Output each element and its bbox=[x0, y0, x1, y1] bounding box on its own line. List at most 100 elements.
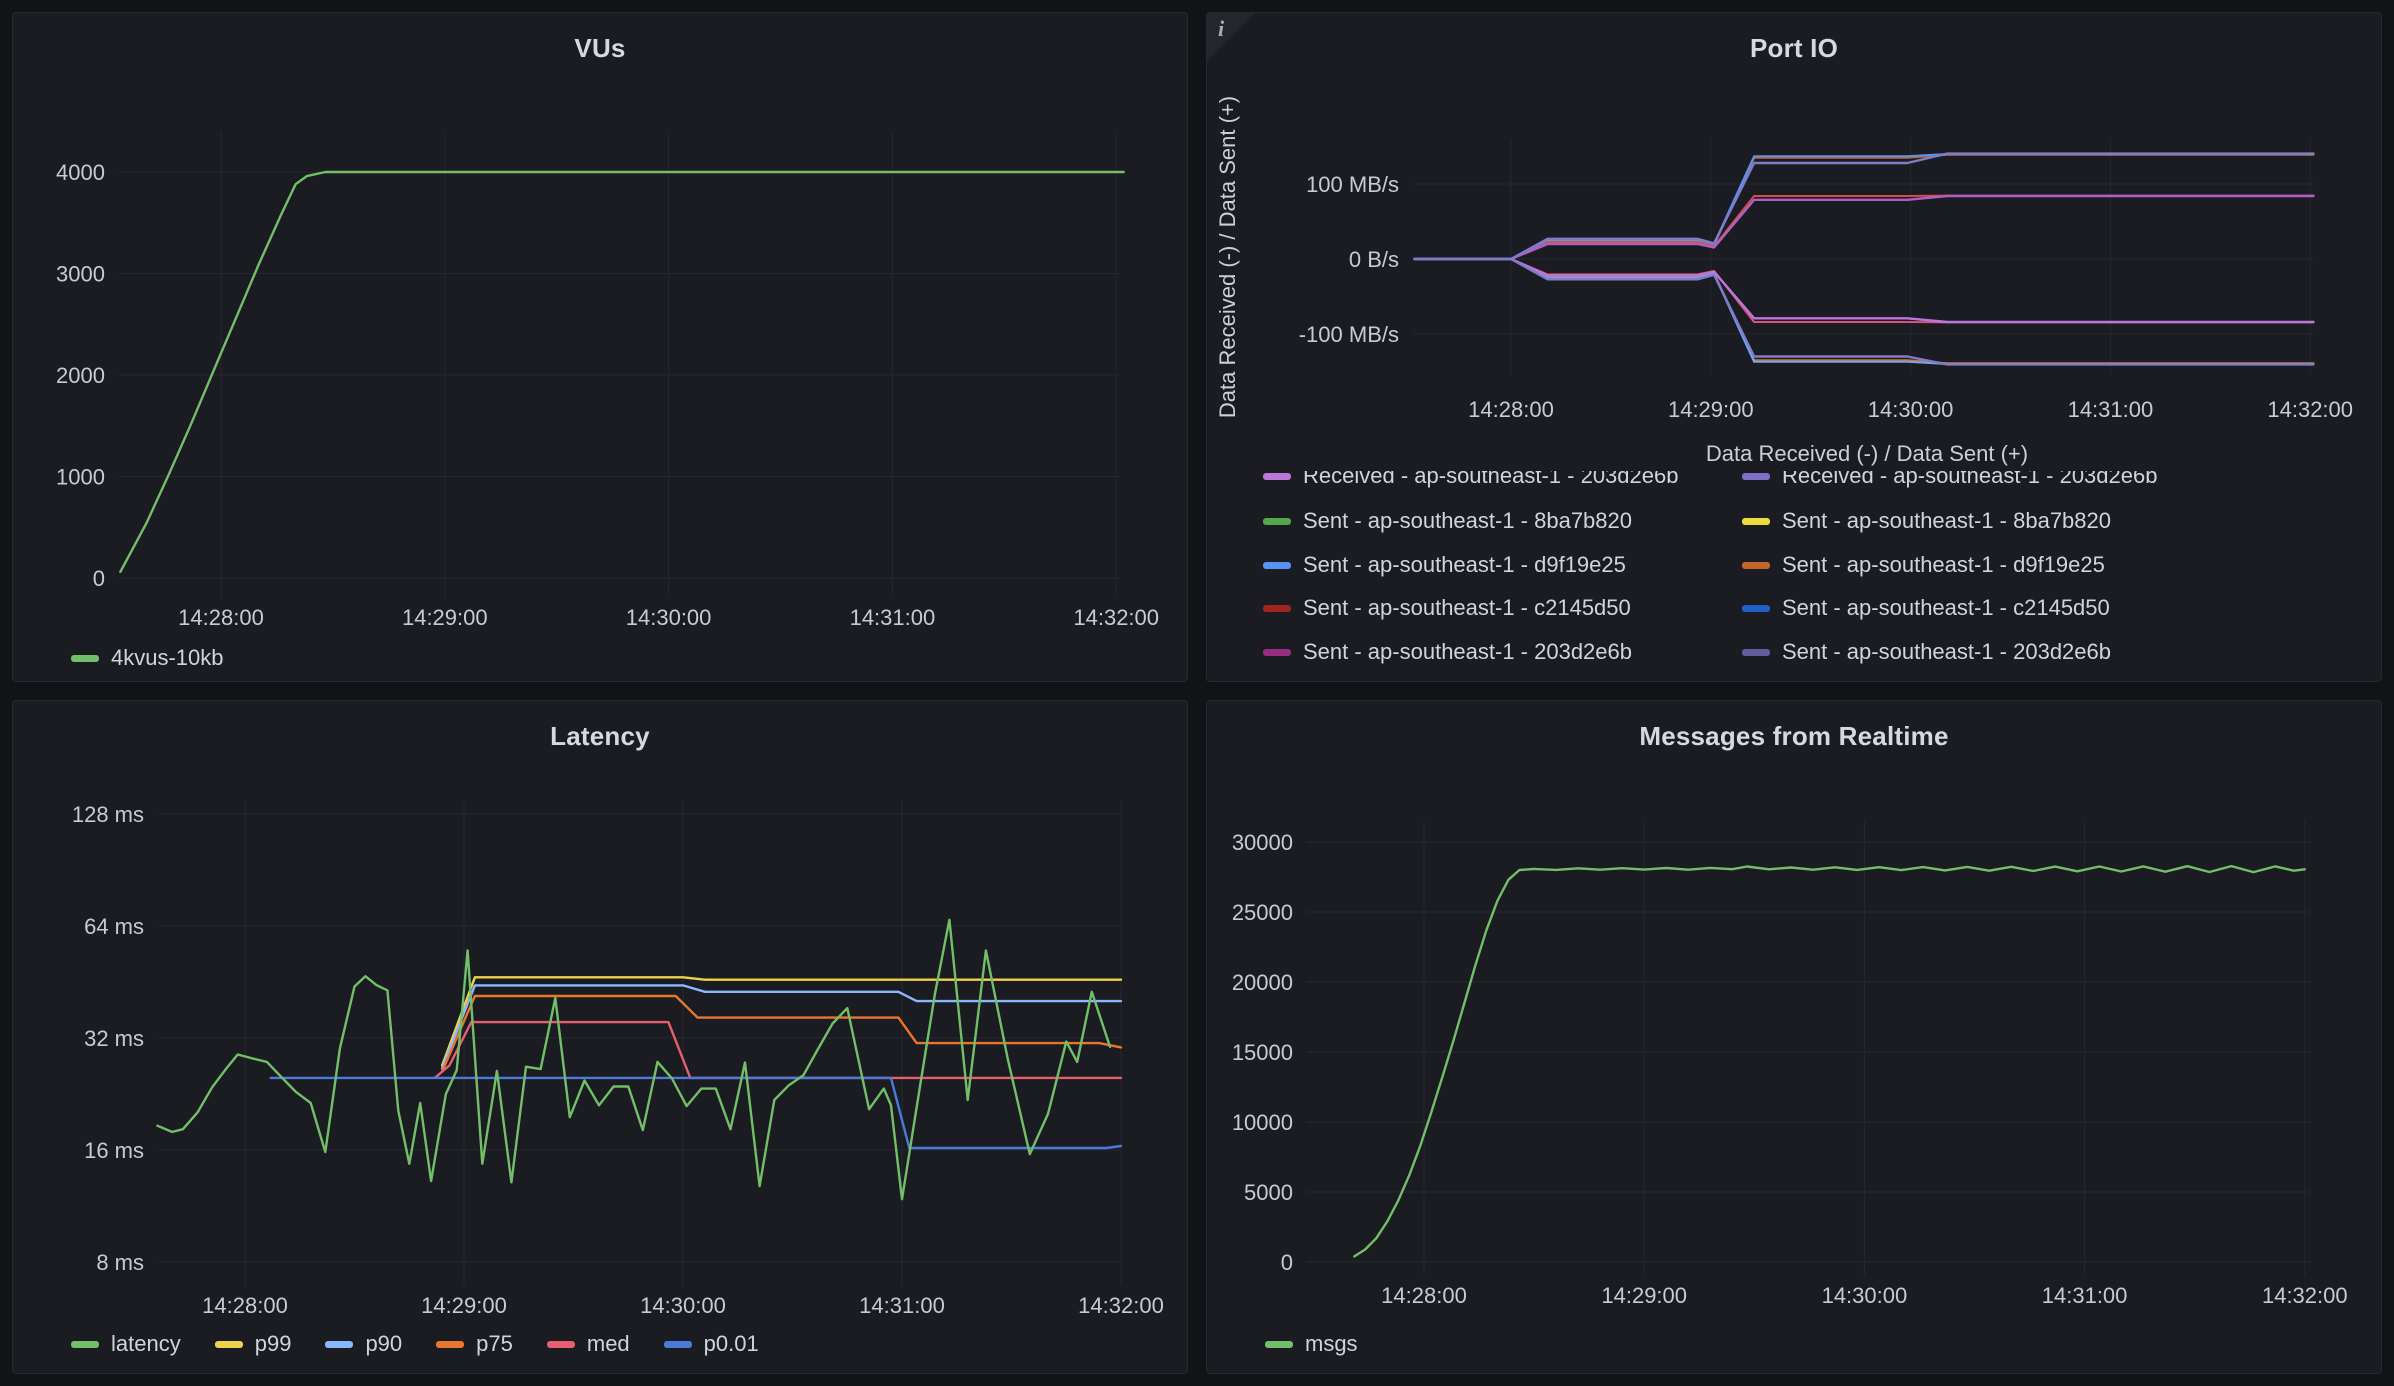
legend-item-msgs[interactable]: msgs bbox=[1265, 1331, 1358, 1357]
legend-swatch bbox=[1263, 605, 1291, 612]
y-tick-label: 64 ms bbox=[84, 914, 144, 939]
legend-label: med bbox=[587, 1331, 630, 1357]
legend-swatch bbox=[325, 1341, 353, 1348]
legend-swatch bbox=[1742, 518, 1770, 525]
y-tick-label: 0 bbox=[1281, 1250, 1293, 1275]
port-io-legend-col-right: Sent - ap-southeast-1 - 203d2e6b bbox=[1742, 639, 2111, 665]
legend-item-sent-ap-southeast-1-203d2e6b[interactable]: Sent - ap-southeast-1 - 203d2e6b bbox=[1263, 639, 1742, 665]
legend-label: p0.01 bbox=[704, 1331, 759, 1357]
legend-swatch bbox=[547, 1341, 575, 1348]
x-tick-label: 14:32:00 bbox=[2267, 397, 2353, 422]
grafana-dashboard: VUs 14:28:0014:29:0014:30:0014:31:0014:3… bbox=[0, 0, 2394, 1386]
legend-label: p90 bbox=[365, 1331, 402, 1357]
panel-port-io: i Port IO 14:28:0014:29:0014:30:0014:31:… bbox=[1206, 12, 2382, 682]
legend-label: latency bbox=[111, 1331, 181, 1357]
series-line-sent-ap-southeast-1-203d2e6b bbox=[1414, 196, 2313, 259]
legend-item-sent-ap-southeast-1-203d2e6b[interactable]: Sent - ap-southeast-1 - 203d2e6b bbox=[1742, 639, 2111, 665]
y-tick-label: 16 ms bbox=[84, 1138, 144, 1163]
legend-label: Received - ap-southeast-1 - 203d2e6b bbox=[1782, 471, 2157, 489]
port-io-legend-row: Sent - ap-southeast-1 - c2145d50 Sent - a… bbox=[1263, 593, 2369, 623]
y-tick-label: 30000 bbox=[1232, 830, 1293, 855]
legend-item-sent-ap-southeast-1-c2145d50[interactable]: Sent - ap-southeast-1 - c2145d50 bbox=[1263, 595, 1742, 621]
x-tick-label: 14:30:00 bbox=[1822, 1283, 1908, 1308]
legend-swatch bbox=[664, 1341, 692, 1348]
x-tick-label: 14:30:00 bbox=[1868, 397, 1954, 422]
legend-item-sent-ap-southeast-1-d9f19e25[interactable]: Sent - ap-southeast-1 - d9f19e25 bbox=[1263, 552, 1742, 578]
legend-item-latency[interactable]: latency bbox=[71, 1331, 181, 1357]
series-line-latency bbox=[157, 920, 1110, 1199]
legend-item-sent-ap-southeast-1-d9f19e25[interactable]: Sent - ap-southeast-1 - d9f19e25 bbox=[1742, 552, 2105, 578]
series-line-sent-ap-southeast-1-c2145d50 bbox=[1414, 196, 2313, 259]
legend-swatch bbox=[1263, 649, 1291, 656]
y-axis-label: Data Received (-) / Data Sent (+) bbox=[1215, 96, 1240, 418]
latency-legend: latency p99 p90 p75 med p0.01 bbox=[71, 1331, 759, 1357]
y-tick-label: 2000 bbox=[56, 363, 105, 388]
port-io-legend-row: Sent - ap-southeast-1 - d9f19e25Sent - a… bbox=[1263, 550, 2369, 580]
series-line-msgs bbox=[1354, 866, 2305, 1256]
legend-item-p0-01[interactable]: p0.01 bbox=[664, 1331, 759, 1357]
series-line-p75 bbox=[442, 996, 1121, 1072]
y-tick-label: 4000 bbox=[56, 160, 105, 185]
x-tick-label: 14:31:00 bbox=[859, 1293, 945, 1318]
legend-swatch bbox=[1742, 649, 1770, 656]
legend-label: Sent - ap-southeast-1 - c2145d50 bbox=[1303, 595, 1631, 621]
legend-item-sent-ap-southeast-1-8ba7b820[interactable]: Sent - ap-southeast-1 - 8ba7b820 bbox=[1742, 508, 2111, 534]
legend-swatch bbox=[71, 655, 99, 662]
legend-item-received-ap-southeast-1-203d2e6b[interactable]: Received - ap-southeast-1 - 203d2e6b bbox=[1263, 471, 1742, 489]
legend-swatch bbox=[215, 1341, 243, 1348]
legend-item-sent-ap-southeast-1-8ba7b820[interactable]: Sent - ap-southeast-1 - 8ba7b820 bbox=[1263, 508, 1742, 534]
x-tick-label: 14:28:00 bbox=[178, 605, 264, 630]
x-tick-label: 14:28:00 bbox=[202, 1293, 288, 1318]
port-io-legend-row: Sent - ap-southeast-1 - 203d2e6b Sent - a… bbox=[1263, 637, 2369, 667]
legend-swatch bbox=[71, 1341, 99, 1348]
y-tick-label: 1000 bbox=[56, 465, 105, 490]
x-tick-label: 14:28:00 bbox=[1381, 1283, 1467, 1308]
y-tick-label: 32 ms bbox=[84, 1026, 144, 1051]
legend-label: Sent - ap-southeast-1 - 203d2e6b bbox=[1782, 639, 2111, 665]
y-tick-label: 8 ms bbox=[96, 1250, 144, 1275]
x-tick-label: 14:28:00 bbox=[1468, 397, 1554, 422]
y-tick-label: -100 MB/s bbox=[1299, 322, 1399, 347]
series-line-4kvus-10kb bbox=[120, 172, 1123, 572]
legend-item-p90[interactable]: p90 bbox=[325, 1331, 402, 1357]
legend-item-p75[interactable]: p75 bbox=[436, 1331, 513, 1357]
legend-label: p99 bbox=[255, 1331, 292, 1357]
legend-swatch bbox=[1742, 562, 1770, 569]
port-io-legend-col-left: Sent - ap-southeast-1 - 203d2e6b bbox=[1263, 639, 1742, 665]
x-tick-label: 14:32:00 bbox=[1078, 1293, 1164, 1318]
legend-swatch bbox=[1742, 473, 1770, 480]
legend-label: Sent - ap-southeast-1 - 8ba7b820 bbox=[1303, 508, 1632, 534]
y-tick-label: 0 bbox=[93, 566, 105, 591]
y-tick-label: 25000 bbox=[1232, 900, 1293, 925]
vus-legend: 4kvus-10kb bbox=[71, 645, 224, 671]
port-io-legend-row: Sent - ap-southeast-1 - 8ba7b820 Sent - a… bbox=[1263, 506, 2369, 536]
y-tick-label: 128 ms bbox=[72, 802, 144, 827]
port-io-legend-col-right: Received - ap-southeast-1 - 203d2e6b bbox=[1742, 471, 2157, 489]
legend-swatch bbox=[1263, 518, 1291, 525]
messages-chart: 14:28:0014:29:0014:30:0014:31:0014:32:00… bbox=[1207, 701, 2382, 1374]
y-tick-label: 0 B/s bbox=[1349, 247, 1399, 272]
panel-vus: VUs 14:28:0014:29:0014:30:0014:31:0014:3… bbox=[12, 12, 1188, 682]
legend-label: p75 bbox=[476, 1331, 513, 1357]
legend-item-p99[interactable]: p99 bbox=[215, 1331, 292, 1357]
legend-item-sent-ap-southeast-1-c2145d50[interactable]: Sent - ap-southeast-1 - c2145d50 bbox=[1742, 595, 2110, 621]
y-tick-label: 3000 bbox=[56, 262, 105, 287]
x-tick-label: 14:29:00 bbox=[1601, 1283, 1687, 1308]
legend-item-med[interactable]: med bbox=[547, 1331, 630, 1357]
y-tick-label: 5000 bbox=[1244, 1180, 1293, 1205]
legend-label: Received - ap-southeast-1 - 203d2e6b bbox=[1303, 471, 1678, 489]
port-io-legend-col-right: Sent - ap-southeast-1 - 8ba7b820 bbox=[1742, 508, 2111, 534]
port-io-legend-col-left: Sent - ap-southeast-1 - 8ba7b820 bbox=[1263, 508, 1742, 534]
y-tick-label: 15000 bbox=[1232, 1040, 1293, 1065]
port-io-legend-col-left: Sent - ap-southeast-1 - c2145d50 bbox=[1263, 595, 1742, 621]
legend-label: Sent - ap-southeast-1 - 203d2e6b bbox=[1303, 639, 1632, 665]
y-tick-label: 10000 bbox=[1232, 1110, 1293, 1135]
panel-latency: Latency 14:28:0014:29:0014:30:0014:31:00… bbox=[12, 700, 1188, 1374]
x-tick-label: 14:29:00 bbox=[402, 605, 488, 630]
latency-chart: 14:28:0014:29:0014:30:0014:31:0014:32:00… bbox=[13, 701, 1188, 1374]
x-tick-label: 14:32:00 bbox=[1073, 605, 1159, 630]
legend-item-received-ap-southeast-1-203d2e6b[interactable]: Received - ap-southeast-1 - 203d2e6b bbox=[1742, 471, 2157, 489]
legend-item-4kvus-10kb[interactable]: 4kvus-10kb bbox=[71, 645, 224, 671]
y-tick-label: 100 MB/s bbox=[1306, 172, 1399, 197]
vus-chart: 14:28:0014:29:0014:30:0014:31:0014:32:00… bbox=[13, 13, 1188, 682]
